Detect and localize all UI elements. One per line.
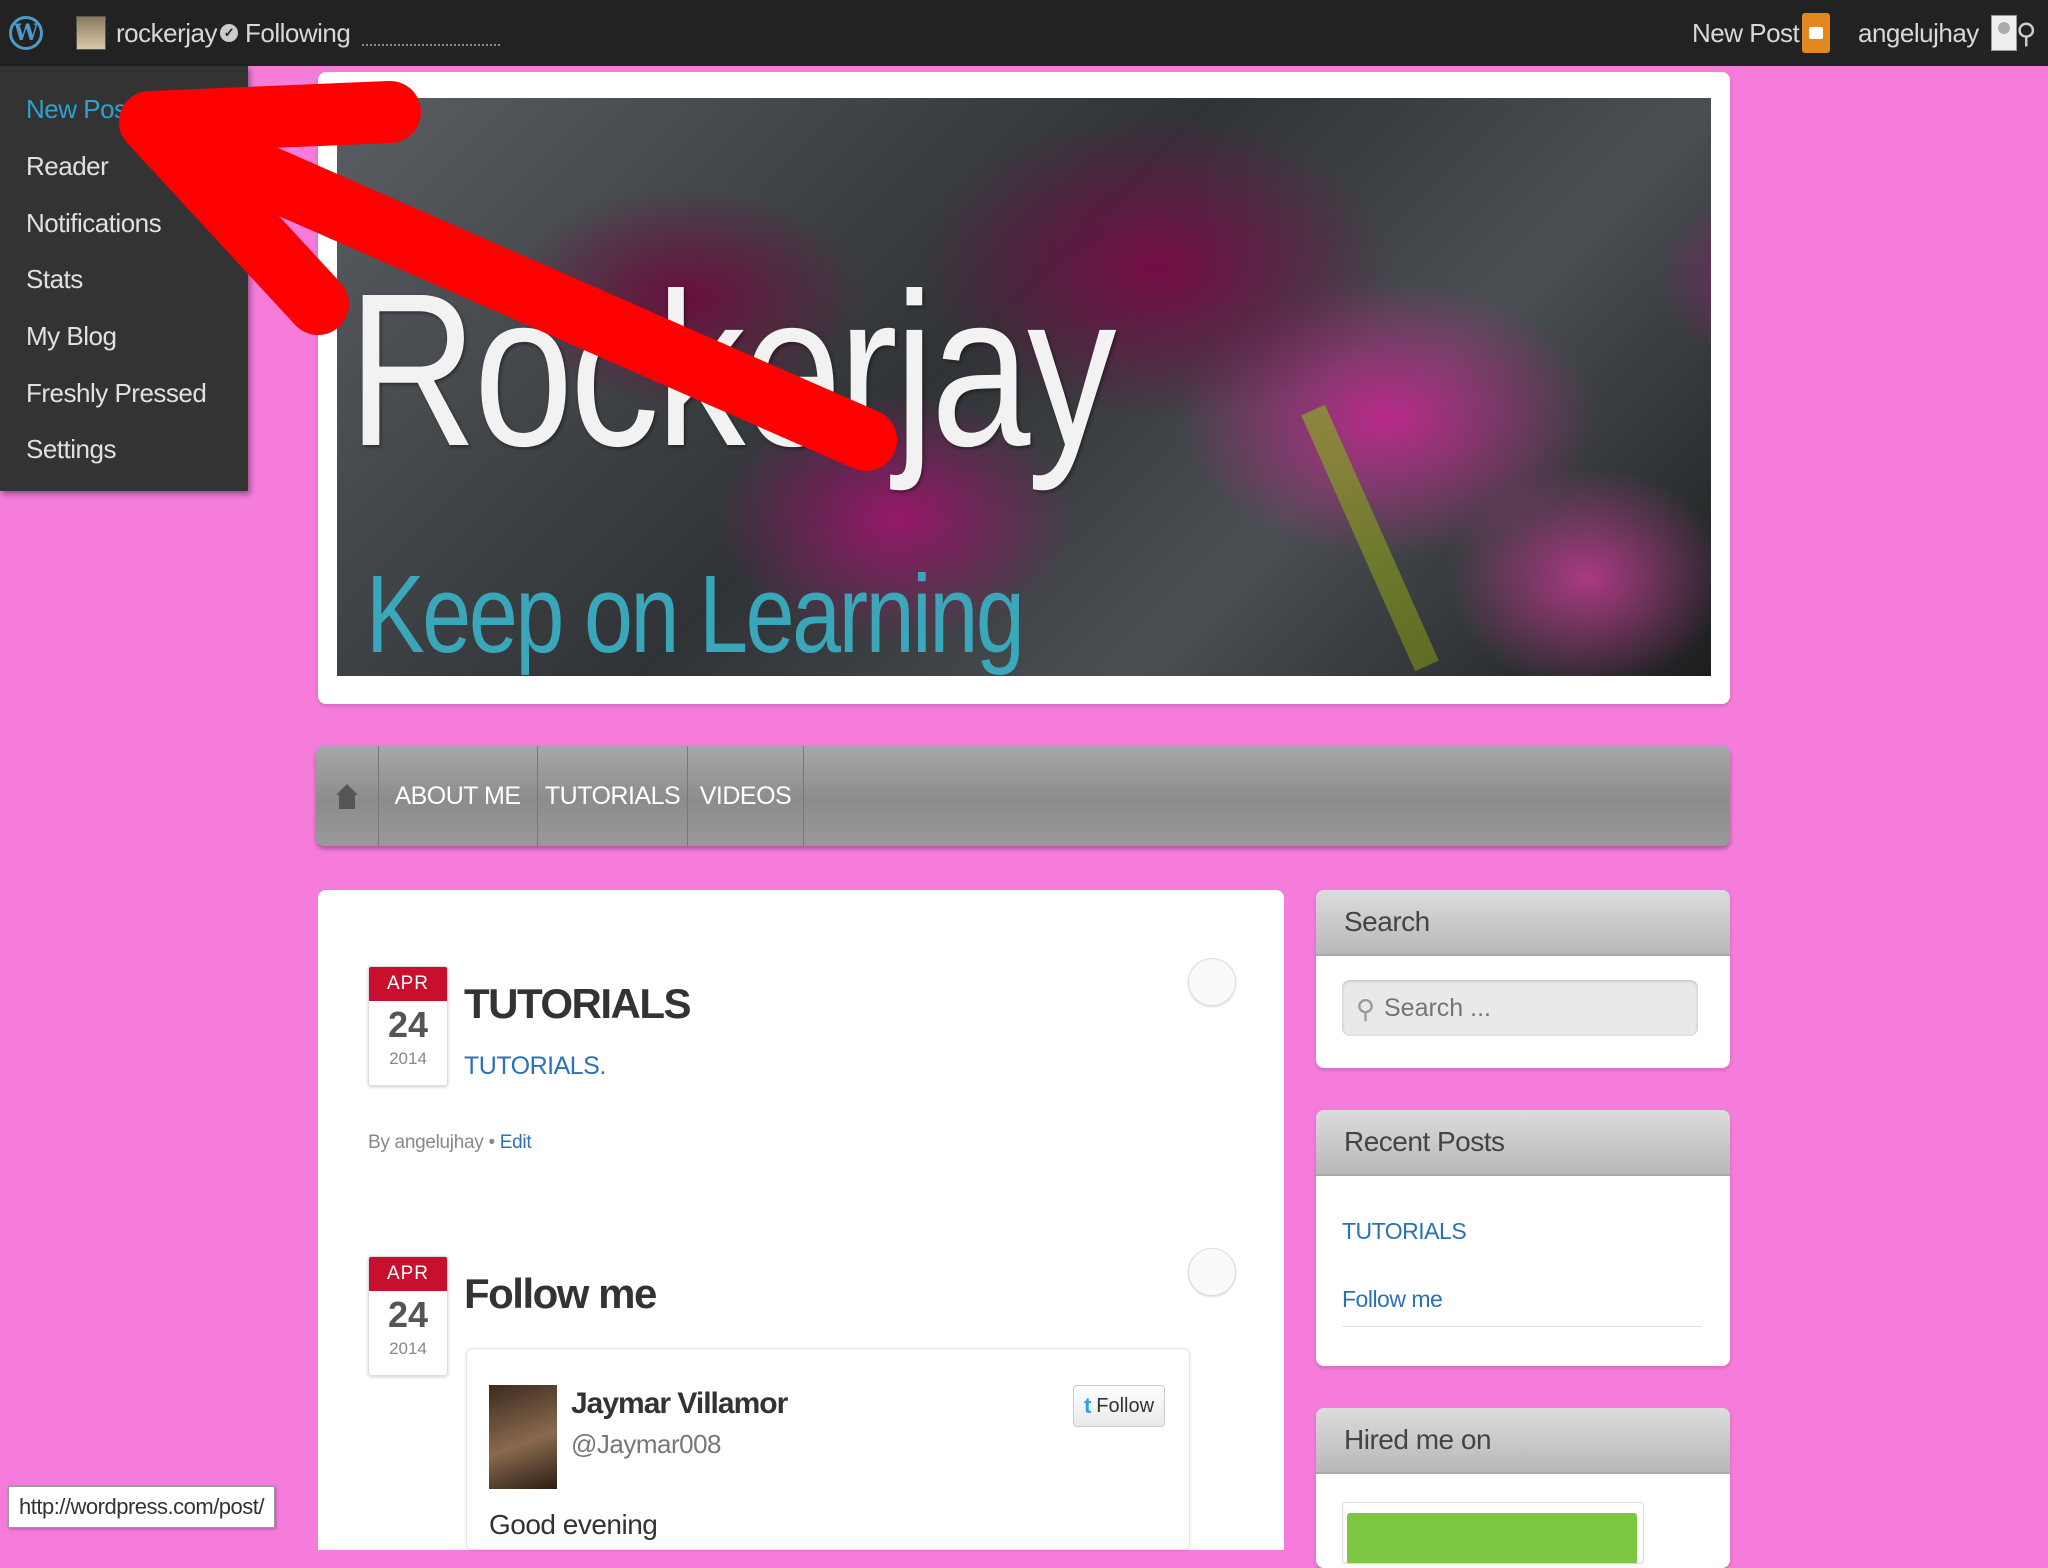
blog-name: rockerjay [116, 17, 217, 48]
search-icon: ⚲ [1356, 994, 1376, 1024]
menu-item-notifications[interactable]: Notifications [26, 208, 162, 239]
post-month: APR [369, 1257, 447, 1291]
main-navigation: ABOUT ME TUTORIALS VIDEOS [316, 746, 1730, 846]
post-date-badge: APR 24 2014 [368, 966, 448, 1086]
blog-dropdown-menu: New Post Reader Notifications Stats My B… [0, 66, 248, 491]
home-icon[interactable] [316, 746, 379, 846]
tweet-text: Good evening [489, 1509, 658, 1540]
nav-videos[interactable]: VIDEOS [688, 746, 804, 846]
post-title[interactable]: TUTORIALS [464, 980, 692, 1028]
following-label: Following [245, 17, 351, 48]
wordpress-logo-icon[interactable]: W [6, 0, 46, 66]
comment-bubble-icon[interactable] [1188, 958, 1236, 1006]
check-icon: ✓ [220, 24, 238, 42]
notifications-button[interactable] [1802, 0, 1830, 66]
twitter-name[interactable]: Jaymar Villamor [571, 1387, 788, 1421]
username: angelujhay [1858, 17, 1979, 48]
comment-bubble-icon[interactable] [1188, 1248, 1236, 1296]
site-tagline: Keep on Learning [366, 553, 1025, 676]
menu-item-my-blog[interactable]: My Blog [26, 321, 117, 352]
hired-badge[interactable] [1342, 1502, 1644, 1564]
new-post-button[interactable]: New Post [1692, 0, 1800, 66]
twitter-handle[interactable]: @Jaymar008 [571, 1429, 722, 1460]
post-content-link[interactable]: TUTORIALS. [464, 1052, 606, 1081]
menu-item-reader[interactable]: Reader [26, 151, 109, 182]
twitter-avatar[interactable] [489, 1385, 557, 1489]
post-byline: By angelujhay • Edit [368, 1132, 532, 1154]
search-icon[interactable]: ⚲ [2008, 0, 2044, 66]
loading-indicator [362, 0, 500, 66]
menu-item-new-post[interactable]: New Post [26, 94, 134, 125]
divider [1342, 1326, 1702, 1327]
recent-post-link[interactable]: Follow me [1342, 1286, 1443, 1313]
admin-bar: W rockerjay ✓ Following New Post angeluj… [0, 0, 2048, 66]
site-title[interactable]: Rockerjay [348, 262, 1116, 480]
menu-item-freshly-pressed[interactable]: Freshly Pressed [26, 378, 207, 409]
user-menu[interactable]: angelujhay [1858, 0, 2017, 66]
recent-posts-widget: Recent Posts TUTORIALS Follow me [1316, 1110, 1730, 1366]
search-input[interactable] [1342, 980, 1698, 1036]
recent-post-link[interactable]: TUTORIALS [1342, 1218, 1467, 1245]
menu-item-stats[interactable]: Stats [26, 264, 83, 295]
post-day: 24 [387, 1294, 429, 1335]
post-year: 2014 [389, 1049, 427, 1068]
post-year: 2014 [389, 1339, 427, 1358]
edit-link[interactable]: Edit [500, 1132, 532, 1153]
post-month: APR [369, 967, 447, 1001]
hired-widget: Hired me on [1316, 1408, 1730, 1568]
menu-item-settings[interactable]: Settings [26, 434, 116, 465]
twitter-follow-button[interactable]: t Follow [1073, 1385, 1165, 1427]
widget-title: Hired me on [1316, 1408, 1730, 1474]
blog-switcher[interactable]: rockerjay [76, 0, 217, 66]
status-bar-url: http://wordpress.com/post/ [8, 1486, 275, 1528]
notification-icon [1802, 13, 1830, 53]
blog-thumbnail-icon [76, 16, 106, 50]
twitter-embed-card: Jaymar Villamor @Jaymar008 t Follow Good… [466, 1348, 1190, 1550]
widget-title: Search [1316, 890, 1730, 956]
post-day: 24 [387, 1004, 429, 1045]
nav-about-me[interactable]: ABOUT ME [378, 746, 538, 846]
widget-title: Recent Posts [1316, 1110, 1730, 1176]
search-widget: Search ⚲ [1316, 890, 1730, 1068]
post-title[interactable]: Follow me [464, 1270, 657, 1318]
nav-tutorials[interactable]: TUTORIALS [538, 746, 688, 846]
byline-author: By angelujhay • [368, 1132, 495, 1153]
following-link[interactable]: ✓ Following [220, 0, 351, 66]
post-date-badge: APR 24 2014 [368, 1256, 448, 1376]
twitter-bird-icon: t [1083, 1393, 1092, 1418]
follow-label: Follow [1096, 1394, 1155, 1417]
